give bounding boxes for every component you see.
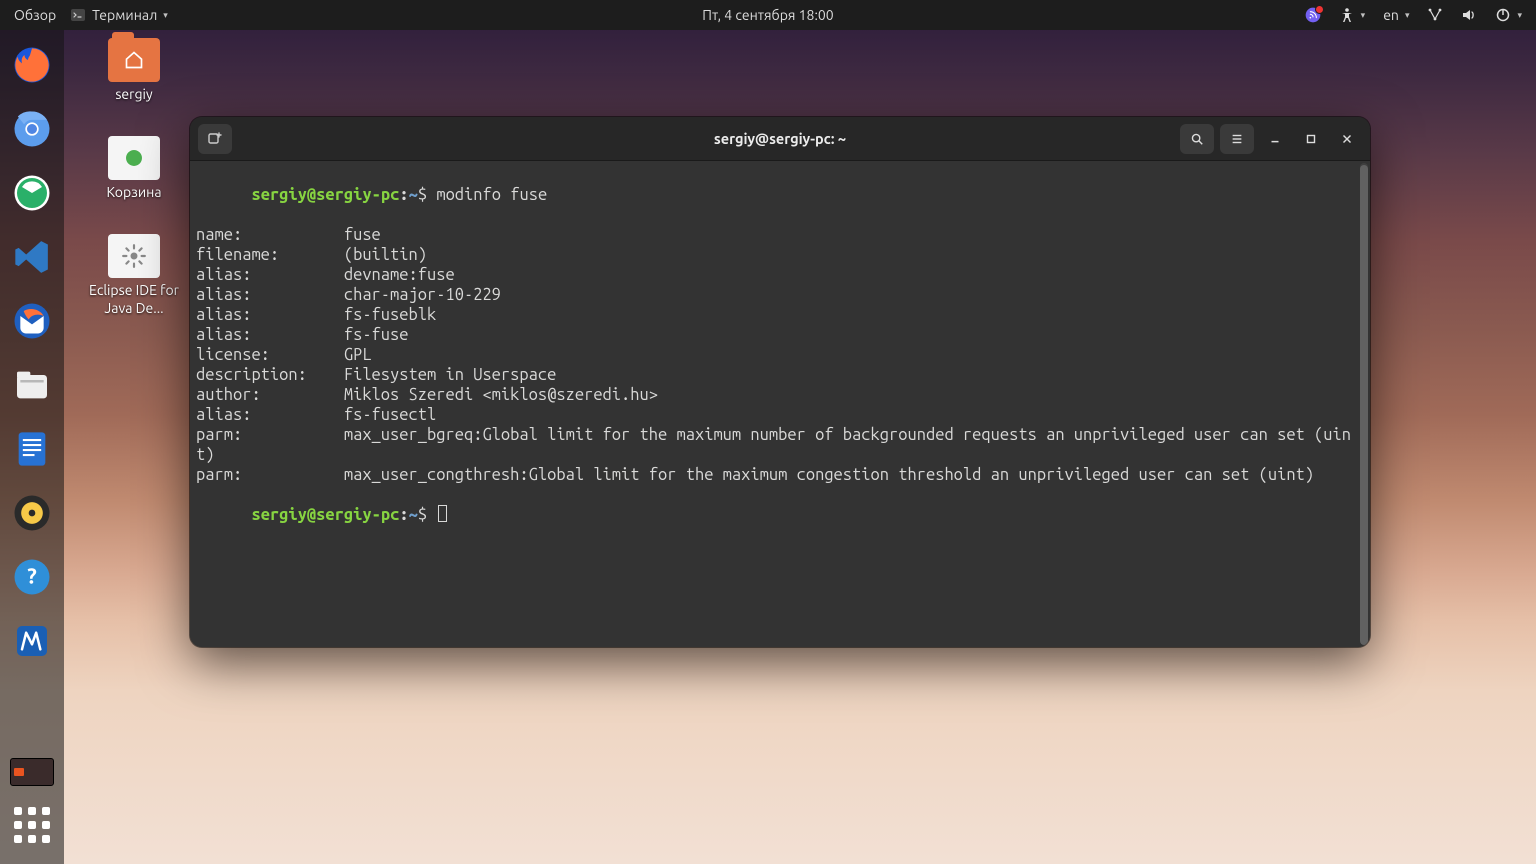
input-source-menu[interactable]: en ▾ xyxy=(1383,7,1409,23)
chevron-down-icon: ▾ xyxy=(163,10,168,21)
prompt-colon: : xyxy=(399,506,408,524)
volume-icon[interactable] xyxy=(1461,7,1477,23)
prompt-colon: : xyxy=(399,186,408,204)
app-menu-label: Терминал xyxy=(92,7,157,23)
window-maximize-button[interactable] xyxy=(1296,124,1326,154)
new-tab-button[interactable] xyxy=(198,124,232,154)
prompt-path: ~ xyxy=(409,506,418,524)
dock-help[interactable]: ? xyxy=(7,552,57,602)
terminal-icon xyxy=(70,7,86,23)
settings-icon xyxy=(108,234,160,278)
desktop-icon-home-label: sergiy xyxy=(115,86,152,104)
activities-button[interactable]: Обзор xyxy=(14,7,56,23)
desktop-icon-eclipse-label: Eclipse IDE for Java De... xyxy=(79,282,189,317)
prompt-host: sergiy-pc xyxy=(316,506,399,524)
folder-icon xyxy=(108,38,160,82)
dock-remote[interactable] xyxy=(7,168,57,218)
chevron-down-icon: ▾ xyxy=(1405,10,1410,21)
power-icon xyxy=(1495,7,1511,23)
prompt-path: ~ xyxy=(409,186,418,204)
prompt-at: @ xyxy=(307,506,316,524)
prompt-user: sergiy xyxy=(251,186,306,204)
prompt-host: sergiy-pc xyxy=(316,186,399,204)
clock-label: Пт, 4 сентября 18:00 xyxy=(702,7,833,23)
system-menu[interactable]: ▾ xyxy=(1495,7,1522,23)
chevron-down-icon: ▾ xyxy=(1517,10,1522,21)
accessibility-icon xyxy=(1339,7,1355,23)
input-source-label: en xyxy=(1383,7,1399,23)
dock: ? xyxy=(0,30,64,864)
dock-files[interactable] xyxy=(7,360,57,410)
terminal-search-button[interactable] xyxy=(1180,124,1214,154)
dock-rhythmbox[interactable] xyxy=(7,488,57,538)
dock-chromium[interactable] xyxy=(7,104,57,154)
terminal-output: name: fuse filename: (builtin) alias: de… xyxy=(196,225,1364,485)
prompt-at: @ xyxy=(307,186,316,204)
accessibility-menu[interactable]: ▾ xyxy=(1339,7,1366,23)
terminal-titlebar[interactable]: sergiy@sergiy-pc: ~ xyxy=(190,117,1370,161)
svg-text:?: ? xyxy=(27,565,37,589)
network-icon[interactable] xyxy=(1427,7,1443,23)
window-close-button[interactable] xyxy=(1332,124,1362,154)
dock-writer[interactable] xyxy=(7,424,57,474)
window-minimize-button[interactable] xyxy=(1260,124,1290,154)
app-menu[interactable]: Терминал ▾ xyxy=(70,7,168,23)
dock-firefox[interactable] xyxy=(7,40,57,90)
desktop-icon-eclipse[interactable]: Eclipse IDE for Java De... xyxy=(70,234,198,317)
terminal-body[interactable]: sergiy@sergiy-pc:~$ modinfo fuse name: f… xyxy=(190,161,1370,647)
clock[interactable]: Пт, 4 сентября 18:00 xyxy=(702,7,833,23)
terminal-title: sergiy@sergiy-pc: ~ xyxy=(714,130,846,147)
dock-running-terminal[interactable] xyxy=(10,758,54,786)
prompt-symbol: $ xyxy=(418,186,427,204)
terminal-scrollbar[interactable] xyxy=(1360,163,1368,645)
terminal-cursor xyxy=(438,505,447,522)
desktop-icon-trash-label: Корзина xyxy=(106,184,161,202)
show-applications-button[interactable] xyxy=(7,800,57,850)
activities-label: Обзор xyxy=(14,7,56,23)
terminal-window: sergiy@sergiy-pc: ~ sergiy@sergiy-pc:~$ … xyxy=(190,117,1370,647)
terminal-menu-button[interactable] xyxy=(1220,124,1254,154)
top-bar: Обзор Терминал ▾ Пт, 4 сентября 18:00 ▾ … xyxy=(0,0,1536,30)
desktop-icon-home[interactable]: sergiy xyxy=(86,38,182,104)
prompt-user: sergiy xyxy=(251,506,306,524)
dock-vscode[interactable] xyxy=(7,232,57,282)
chevron-down-icon: ▾ xyxy=(1361,10,1366,21)
prompt-symbol: $ xyxy=(418,506,427,524)
dock-thunderbird[interactable] xyxy=(7,296,57,346)
messaging-indicator-icon[interactable] xyxy=(1305,7,1321,23)
desktop-icon-trash[interactable]: Корзина xyxy=(86,136,182,202)
dock-virtualbox[interactable] xyxy=(7,616,57,666)
trash-icon xyxy=(108,136,160,180)
terminal-command: modinfo fuse xyxy=(436,186,547,204)
scrollbar-thumb[interactable] xyxy=(1360,165,1368,645)
